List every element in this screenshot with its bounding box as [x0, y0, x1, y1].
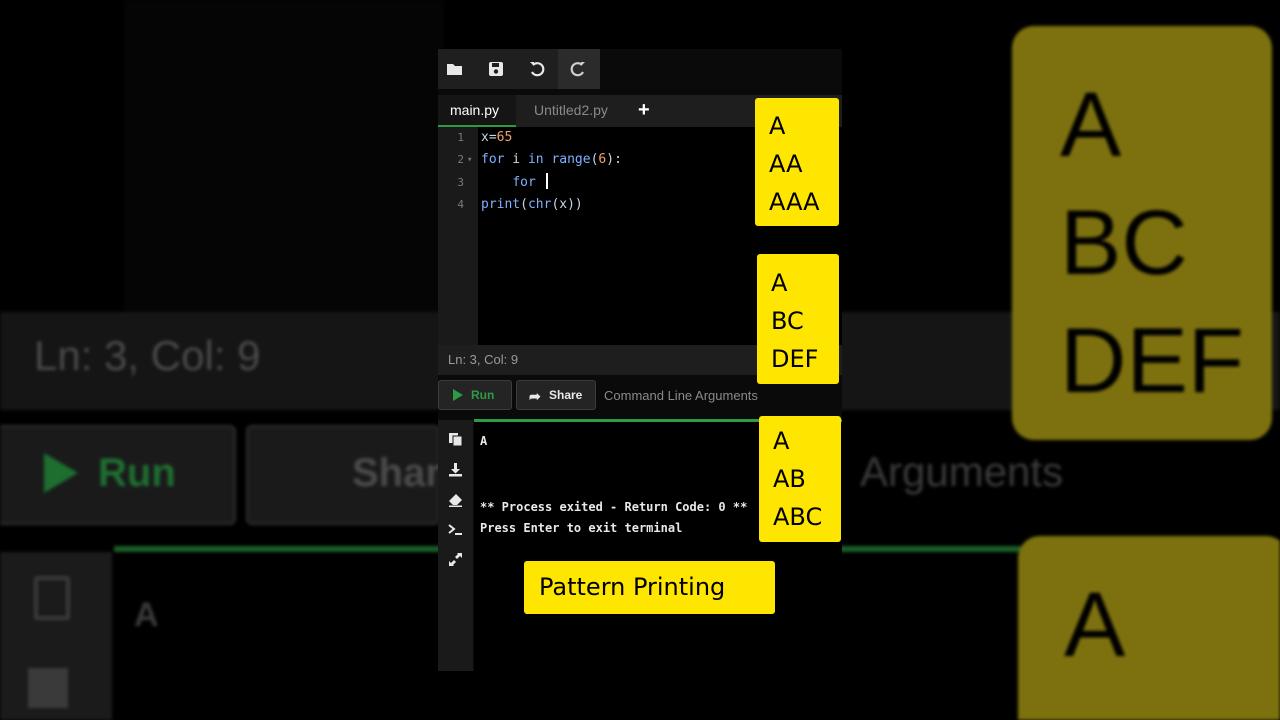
bg-terminal-text: A [134, 596, 159, 634]
terminal-prompt-icon[interactable] [444, 518, 466, 540]
eraser-icon[interactable] [444, 488, 466, 510]
add-tab-button[interactable]: + [638, 95, 650, 127]
save-icon[interactable] [484, 57, 508, 81]
bg-card-line: A [1060, 74, 1122, 176]
tab-untitled2-py[interactable]: Untitled2.py [534, 95, 608, 127]
line-number: 2 [457, 153, 464, 166]
caption-pattern-printing: Pattern Printing [524, 561, 775, 614]
code-text: for i in range(6): [481, 152, 622, 167]
share-label: Share [549, 388, 583, 402]
terminal-output-line: ** Process exited - Return Code: 0 ** [480, 500, 748, 514]
toolbar [438, 49, 600, 89]
pattern-line: ABC [773, 503, 823, 531]
bg-card-line: A [1064, 574, 1126, 676]
code-text: x=65 [481, 130, 513, 145]
bg-editor-area [124, 0, 444, 312]
pattern-card-3: A AB ABC [759, 416, 841, 542]
fold-arrow-icon[interactable]: ▾ [467, 149, 472, 171]
redo-icon[interactable] [566, 57, 590, 81]
code-text: for [481, 172, 548, 194]
copy-icon[interactable] [444, 428, 466, 450]
undo-icon[interactable] [525, 57, 549, 81]
pattern-line: AAA [769, 188, 820, 216]
bg-copy-icon [34, 576, 70, 620]
pattern-line: AB [773, 465, 806, 493]
pattern-line: A [769, 112, 786, 140]
expand-icon[interactable] [444, 548, 466, 570]
bg-args-text: Arguments [860, 448, 1064, 495]
line-number: 4 [457, 198, 464, 211]
download-icon[interactable] [444, 458, 466, 480]
command-line-arguments-input[interactable] [600, 380, 838, 410]
bg-share-button: Share [246, 425, 463, 525]
terminal-sidebar [438, 420, 473, 671]
bg-pattern-card: A BC DEF [1012, 26, 1272, 440]
tab-main-py[interactable]: main.py [438, 95, 516, 127]
play-icon [453, 389, 463, 401]
run-button[interactable]: Run [438, 380, 512, 410]
bg-run-button: Run [0, 425, 236, 525]
bg-card-line: DEF [1060, 310, 1244, 412]
bg-card-text: A [1064, 566, 1125, 684]
pattern-line: AA [769, 150, 803, 178]
share-button[interactable]: ➦ Share [516, 380, 596, 410]
line-number: 1 [457, 131, 464, 144]
bg-play-icon [44, 453, 78, 493]
pattern-card-1: A AA AAA [755, 98, 839, 226]
bg-status-text: Ln: 3, Col: 9 [34, 332, 261, 379]
run-label: Run [471, 388, 495, 402]
code-text: print(chr(x)) [481, 197, 583, 212]
pattern-line: A [771, 269, 788, 297]
bg-run-label: Run [98, 451, 176, 495]
pattern-card-2: A BC DEF [757, 254, 839, 384]
share-arrow-icon: ➦ [529, 388, 541, 404]
bg-pattern-card: A [1018, 536, 1280, 720]
pattern-line: DEF [771, 345, 819, 373]
pattern-line: BC [771, 307, 804, 335]
text-cursor [545, 173, 548, 189]
action-bar: Run ➦ Share [438, 379, 842, 413]
pattern-line: A [773, 427, 790, 455]
bg-card-text: A BC DEF [1060, 66, 1244, 420]
bg-download-icon [28, 668, 68, 708]
line-number: 3 [457, 176, 464, 189]
folder-open-icon[interactable] [443, 57, 467, 81]
terminal-output-line: A [480, 434, 488, 448]
terminal-output-line: Press Enter to exit terminal [480, 521, 683, 535]
bg-card-line: BC [1060, 192, 1188, 294]
